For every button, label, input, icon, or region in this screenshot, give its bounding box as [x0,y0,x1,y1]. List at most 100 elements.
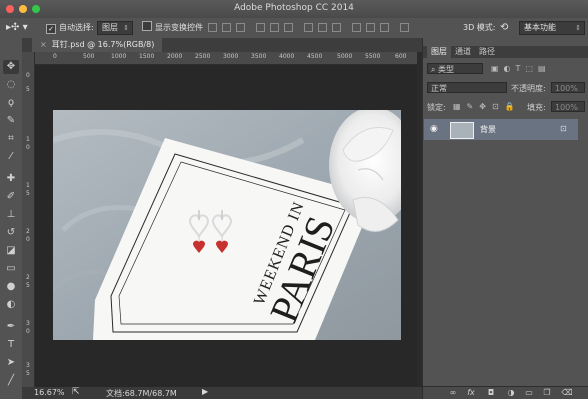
ruler-h-label: 4500 [307,53,323,60]
align-left-icon[interactable] [256,23,265,32]
window-title: Adobe Photoshop CC 2014 [234,3,354,13]
ruler-h-label: 4000 [279,53,295,60]
ruler-h-label: 3500 [251,53,267,60]
title-bar: Adobe Photoshop CC 2014 [0,0,588,19]
distribute-bottom-icon[interactable] [332,23,341,32]
crop-tool-icon[interactable]: ⌗ [3,132,19,146]
document-tab[interactable]: × 耳钉.psd @ 16.7%(RGB/8) [32,38,163,52]
healing-brush-tool-icon[interactable]: ✚ [3,172,19,186]
marquee-tool-icon[interactable]: ◌ [3,78,19,92]
workspace-dropdown[interactable]: 基本功能 [519,21,585,35]
tab-layers[interactable]: 图层 [427,46,451,58]
ruler-v-label: 0 [26,144,30,151]
path-selection-tool-icon[interactable]: ➤ [3,356,19,370]
new-group-folder-icon[interactable]: ▭ [523,387,535,399]
export-icon[interactable]: ⇱ [72,387,80,397]
auto-select-checkbox[interactable]: ✓ 自动选择: [46,21,94,35]
status-bar: 16.67% ⇱ 文档:68.7M/68.7M ▶ [22,387,422,399]
eyedropper-tool-icon[interactable]: ⁄ [3,150,19,164]
ruler-v-label: 0 [26,328,30,335]
auto-select-label: 自动选择: [59,23,94,32]
quick-select-tool-icon[interactable]: ✎ [3,114,19,128]
distribute-top-icon[interactable] [304,23,313,32]
layer-style-fx-icon[interactable]: fx [465,387,477,399]
ruler-v-label: 5 [26,370,30,377]
document-image[interactable]: WEEKEND IN PARIS [53,110,401,340]
ruler-h-label: 3000 [223,53,239,60]
opacity-value: 100% [555,84,578,93]
move-tool-icon[interactable]: ✥ [3,60,19,74]
distribute-right-icon[interactable] [380,23,389,32]
type-tool-icon[interactable]: T [3,338,19,352]
clone-stamp-tool-icon[interactable]: ⊥ [3,208,19,222]
blend-mode-value: 正常 [431,84,447,93]
mode-3d-label: 3D 模式: [463,23,496,32]
eraser-tool-icon[interactable]: ◪ [3,244,19,258]
lock-icons[interactable]: ▦✎✥⊡🔒 [453,102,521,111]
show-transform-label: 显示变换控件 [155,23,203,32]
layer-filter-dropdown[interactable]: ⌕ 类型 [427,63,483,74]
ruler-h-label: 0 [53,53,57,60]
blur-tool-icon[interactable]: ● [3,280,19,294]
auto-select-dropdown[interactable]: 图层 [97,21,133,35]
checkbox-box-icon [142,21,152,31]
vertical-ruler: 0 5 1 0 1 5 2 0 2 5 3 0 3 5 [22,52,35,387]
pen-tool-icon[interactable]: ✒ [3,320,19,334]
close-tab-icon[interactable]: × [40,40,47,49]
align-right-icon[interactable] [284,23,293,32]
auto-select-value: 图层 [97,21,133,35]
ruler-v-label: 5 [26,86,30,93]
align-top-icon[interactable] [208,23,217,32]
lasso-tool-icon[interactable]: ϙ [3,96,19,110]
filter-icons[interactable]: ▣◐T⬚▤ [491,64,551,73]
history-brush-tool-icon[interactable]: ↺ [3,226,19,240]
line-tool-icon[interactable]: ╱ [3,374,19,388]
distribute-hcenter-icon[interactable] [366,23,375,32]
ruler-v-label: 2 [26,274,30,281]
align-bottom-icon[interactable] [236,23,245,32]
brush-tool-icon[interactable]: ✐ [3,190,19,204]
distribute-vcenter-icon[interactable] [318,23,327,32]
align-vcenter-icon[interactable] [222,23,231,32]
ruler-h-label: 600 [395,53,407,60]
ruler-v-label: 2 [26,228,30,235]
ruler-v-label: 5 [26,282,30,289]
show-transform-checkbox[interactable]: 显示变换控件 [142,21,203,35]
ruler-h-label: 2500 [195,53,211,60]
layers-panel-footer: ∞ fx ◘ ◑ ▭ ❐ ⌫ [423,386,588,399]
layer-thumbnail [450,122,474,139]
auto-align-icon[interactable] [400,23,409,32]
add-mask-icon[interactable]: ◘ [485,387,497,399]
tab-channels[interactable]: 通道 [451,46,475,58]
align-hcenter-icon[interactable] [270,23,279,32]
ruler-v-label: 0 [26,236,30,243]
document-size: 文档:68.7M/68.7M [106,389,177,398]
move-tool-preset-icon[interactable]: ▸✣ ▾ [6,21,28,35]
gradient-tool-icon[interactable]: ▭ [3,262,19,276]
tab-paths[interactable]: 路径 [475,46,499,58]
link-layers-icon[interactable]: ∞ [447,387,459,399]
ruler-h-label: 1000 [111,53,127,60]
new-layer-icon[interactable]: ❐ [541,387,553,399]
panel-tabs: 图层 通道 路径 [423,46,588,58]
dodge-tool-icon[interactable]: ◐ [3,298,19,312]
visibility-eye-icon[interactable]: ◉ [430,124,438,134]
ruler-v-label: 3 [26,320,30,327]
ruler-h-label: 1500 [139,53,155,60]
ruler-h-label: 5500 [365,53,381,60]
zoom-level[interactable]: 16.67% [34,388,65,397]
opacity-field[interactable]: 100% [551,82,585,93]
fill-field[interactable]: 100% [551,101,585,112]
delete-layer-trash-icon[interactable]: ⌫ [561,387,573,399]
adjustment-layer-icon[interactable]: ◑ [505,387,517,399]
check-icon: ✓ [46,24,56,34]
orbit-3d-icon[interactable]: ⟲ [500,21,508,35]
status-menu-arrow-icon[interactable]: ▶ [202,387,208,396]
layer-row-background[interactable]: ◉ 背景 ⊡ [424,119,578,140]
filter-search-icon: ⌕ [431,65,436,74]
layer-name: 背景 [480,125,496,134]
lock-label: 锁定: [427,103,446,112]
ruler-h-label: 2000 [167,53,183,60]
distribute-left-icon[interactable] [352,23,361,32]
blend-mode-dropdown[interactable]: 正常 [427,82,507,93]
